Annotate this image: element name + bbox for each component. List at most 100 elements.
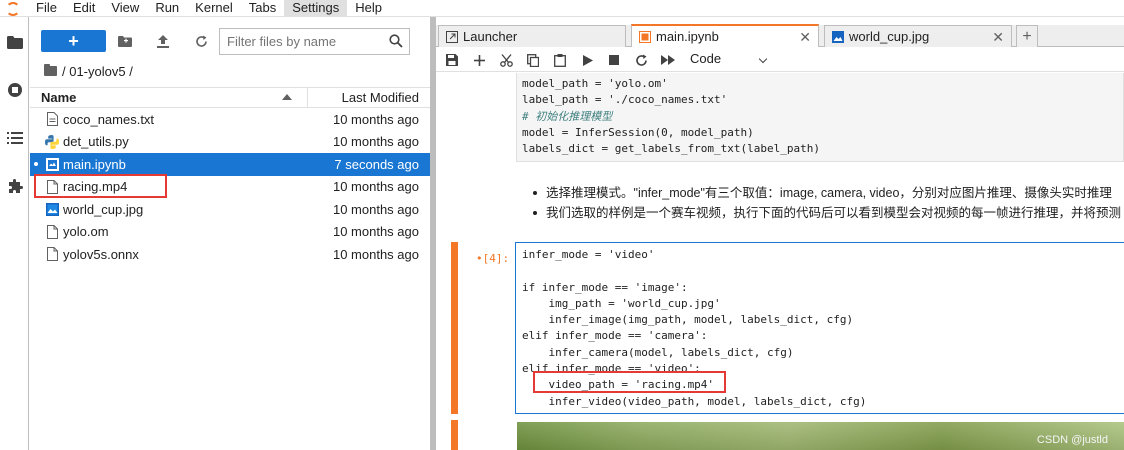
cell-collapser[interactable] [451,242,458,414]
cut-icon[interactable] [498,52,514,68]
column-divider[interactable] [307,88,308,107]
sort-ascending-icon[interactable] [282,94,292,100]
new-tab-button[interactable]: + [1016,25,1038,47]
file-browser: + / 01-yolov5 / Name Last Modified [30,17,430,450]
refresh-icon[interactable] [191,31,211,51]
code-line: infer_video(video_path, model, labels_di… [522,394,867,408]
notebook-toolbar: Code [436,48,1124,72]
menu-kernel[interactable]: Kernel [187,0,241,17]
menu-settings[interactable]: Settings [284,0,348,17]
video-output-image: CSDN @justld [517,422,1124,450]
tab-launcher[interactable]: Launcher [438,25,626,47]
file-icon [45,224,59,240]
file-row-yolov5s-onnx[interactable]: yolov5s.onnx 10 months ago [30,243,430,266]
menu-tabs[interactable]: Tabs [241,0,284,17]
column-last-modified[interactable]: Last Modified [342,90,419,105]
tab-label: Launcher [463,29,518,44]
file-modified: 10 months ago [332,201,419,217]
file-modified: 10 months ago [332,246,419,262]
paste-icon[interactable] [552,52,568,68]
code-editor-1[interactable]: model_path = 'yolo.om' label_path = './c… [522,76,820,157]
output-image-shade [517,422,1124,450]
tab-label: main.ipynb [656,29,719,44]
insert-cell-icon[interactable] [471,52,487,68]
cell-type-value: Code [690,51,722,66]
fast-forward-icon[interactable] [660,52,676,68]
file-browser-toolbar: + [30,27,430,55]
notebook-icon [639,30,651,43]
code-line: elif infer_mode == 'camera': [522,329,708,343]
new-launcher-button[interactable]: + [41,30,106,52]
run-icon[interactable] [580,52,596,68]
running-indicator [34,162,38,166]
tab-main-ipynb[interactable]: main.ipynb ✕ [631,24,819,47]
save-icon[interactable] [444,52,460,68]
launcher-icon [446,30,458,43]
highlight-box-racing-file [34,174,167,198]
file-modified: 10 months ago [332,179,419,195]
tab-world-cup[interactable]: world_cup.jpg ✕ [824,25,1012,47]
markdown-bullet: 选择推理模式。"infer_mode"有三个取值：image, camera, … [530,183,1124,203]
code-cell-1[interactable]: model_path = 'yolo.om' label_path = './c… [516,73,1124,162]
code-line: infer_mode = 'video' [522,248,655,261]
menu-help[interactable]: Help [347,0,390,17]
filter-files-input[interactable] [227,29,387,53]
toc-icon[interactable] [0,121,29,155]
file-row-yolo-om[interactable]: yolo.om 10 months ago [30,221,430,244]
code-line: model_path = 'yolo.om' [522,77,668,90]
menu-view[interactable]: View [103,0,147,17]
file-modified: 10 months ago [332,111,419,127]
tab-label: world_cup.jpg [849,29,930,44]
file-row-world-cup[interactable]: world_cup.jpg 10 months ago [30,198,430,221]
copy-icon[interactable] [525,52,541,68]
code-line: infer_camera(model, labels_dict, cfg) [522,345,794,359]
image-icon [45,201,59,217]
running-icon[interactable] [0,73,29,107]
menu-edit[interactable]: Edit [65,0,103,17]
file-modified: 7 seconds ago [334,156,419,172]
close-icon[interactable]: ✕ [992,30,1004,44]
file-icon [45,246,59,262]
file-row-main-ipynb[interactable]: main.ipynb 7 seconds ago [30,153,430,176]
text-file-icon [45,111,59,127]
code-line: label_path = './coco_names.txt' [522,93,728,107]
folder-icon[interactable] [0,25,29,59]
column-name[interactable]: Name [41,90,76,105]
code-line-comment: # 初始化推理模型 [522,109,613,123]
close-icon[interactable]: ✕ [799,30,811,44]
cell-collapser[interactable] [451,420,458,450]
main-area: Launcher main.ipynb ✕ world_cup.jpg ✕ + [436,17,1124,450]
code-line: if infer_mode == 'image': [522,280,688,294]
notebook-cells: model_path = 'yolo.om' label_path = './c… [436,73,1124,450]
code-line: model = InferSession(0, model_path) [522,125,754,139]
breadcrumb: / 01-yolov5 / [44,63,133,79]
plus-icon: + [1022,27,1032,45]
search-icon [389,34,403,51]
image-icon [832,30,844,43]
file-row-det-utils[interactable]: det_utils.py 10 months ago [30,131,430,154]
watermark: CSDN @justld [1036,434,1108,446]
cell-type-select[interactable]: Code [690,51,770,69]
menu-run[interactable]: Run [147,0,187,17]
code-line: labels_dict = get_labels_from_txt(label_… [522,142,821,156]
new-folder-icon[interactable] [115,31,135,51]
file-row-coco-names[interactable]: coco_names.txt 10 months ago [30,108,430,131]
code-line: infer_image(img_path, model, labels_dict… [522,313,854,327]
code-line: img_path = 'world_cup.jpg' [522,296,721,310]
file-list-header: Name Last Modified [30,87,430,108]
tab-bar: Launcher main.ipynb ✕ world_cup.jpg ✕ + [436,24,1124,47]
stop-icon[interactable] [606,52,622,68]
highlight-box-video-path [533,371,726,393]
restart-icon[interactable] [633,52,649,68]
notebook-icon [45,156,59,172]
markdown-cell[interactable]: 选择推理模式。"infer_mode"有三个取值：image, camera, … [530,183,1124,223]
file-modified: 10 months ago [332,224,419,240]
upload-icon[interactable] [153,31,173,51]
filter-files-input-wrapper [219,28,410,55]
breadcrumb-path[interactable]: / 01-yolov5 / [62,64,133,79]
menu-file[interactable]: File [28,0,65,17]
extension-icon[interactable] [0,169,29,203]
cell-prompt: •[4]: [476,252,510,265]
folder-icon[interactable] [44,64,57,76]
jupyter-logo-icon[interactable] [0,0,28,17]
